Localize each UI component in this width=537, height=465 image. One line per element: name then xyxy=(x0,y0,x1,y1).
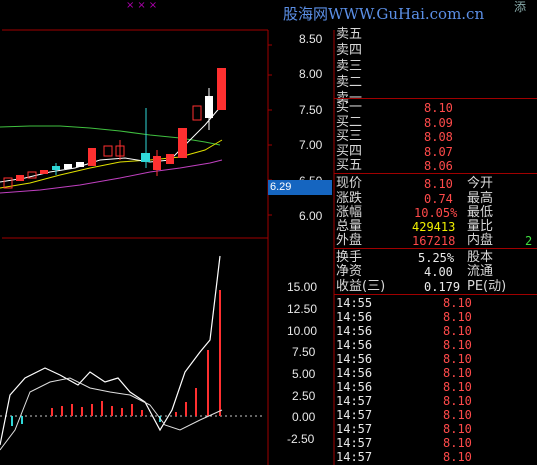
tick-price: 8.10 xyxy=(443,450,472,464)
candle xyxy=(166,154,174,164)
tick-price: 8.10 xyxy=(443,310,472,324)
indicator-tick: 2.50 xyxy=(292,389,316,403)
dif-line xyxy=(0,255,221,446)
price-tick: 7.00 xyxy=(299,138,323,152)
buy-1-label: 买一 xyxy=(336,100,363,115)
divider xyxy=(334,248,537,249)
tick-price: 8.10 xyxy=(443,380,472,394)
tick-time: 14:57 xyxy=(336,408,373,422)
candle xyxy=(88,148,96,166)
add-icon[interactable]: 添 xyxy=(514,0,526,15)
candle xyxy=(64,164,72,169)
quote-value-2: 2 xyxy=(525,234,533,248)
tick-price: 8.10 xyxy=(443,422,472,436)
indicator-tick: 10.00 xyxy=(287,324,318,338)
indicator-tick: 5.00 xyxy=(292,367,316,381)
ma-yellow-line xyxy=(0,139,223,189)
indicator-tick: 15.00 xyxy=(287,280,318,294)
stats-label: 净资 xyxy=(336,264,363,279)
divider xyxy=(334,173,537,174)
tick-time: 14:56 xyxy=(336,352,373,366)
tick-time: 14:56 xyxy=(336,380,373,394)
quote-value: 8.10 xyxy=(424,177,453,191)
buy-3-label: 买三 xyxy=(336,129,363,144)
indicator-tick: 7.50 xyxy=(292,345,316,359)
stats-label-2: 流通 xyxy=(467,264,494,279)
candle xyxy=(52,166,60,170)
candle xyxy=(192,105,202,121)
price-tick: 7.50 xyxy=(299,103,323,117)
stats-value: 4.00 xyxy=(424,265,453,279)
candle xyxy=(178,128,187,158)
quote-label-2: 今开 xyxy=(467,176,494,191)
candle xyxy=(217,68,226,110)
candle xyxy=(205,96,213,118)
ma-white-line xyxy=(0,104,223,183)
candle xyxy=(153,156,161,170)
quote-label: 现价 xyxy=(336,176,363,191)
stats-label: 收益(三) xyxy=(336,279,386,294)
tick-time: 14:56 xyxy=(336,366,373,380)
kline-chart[interactable] xyxy=(0,0,336,465)
buy-3-price: 8.08 xyxy=(424,130,453,144)
buy-5-label: 买五 xyxy=(336,158,363,173)
current-price-tag: 6.29 xyxy=(268,180,332,195)
tick-price: 8.10 xyxy=(443,296,472,310)
tick-price: 8.10 xyxy=(443,436,472,450)
candle xyxy=(16,175,24,181)
macd-bars xyxy=(51,290,221,416)
quote-label-2: 内盘 xyxy=(467,233,494,248)
candles xyxy=(3,68,226,189)
tick-time: 14:57 xyxy=(336,422,373,436)
quote-label: 外盘 xyxy=(336,233,363,248)
sell-2-label: 卖二 xyxy=(336,75,363,90)
tick-time: 14:57 xyxy=(336,436,373,450)
tick-time: 14:57 xyxy=(336,394,373,408)
tick-price: 8.10 xyxy=(443,338,472,352)
tick-price: 8.10 xyxy=(443,408,472,422)
tick-price: 8.10 xyxy=(443,352,472,366)
tick-price: 8.10 xyxy=(443,324,472,338)
price-tick: 6.00 xyxy=(299,209,323,223)
sell-4-label: 卖四 xyxy=(336,43,363,58)
candle xyxy=(103,145,113,157)
divider xyxy=(334,294,537,295)
tick-time: 14:56 xyxy=(336,338,373,352)
sell-3-label: 卖三 xyxy=(336,59,363,74)
stats-value: 0.179 xyxy=(424,280,461,294)
price-tick: 8.50 xyxy=(299,32,323,46)
indicator-tick: 0.00 xyxy=(292,410,316,424)
quote-value: 167218 xyxy=(412,234,456,248)
tick-time: 14:57 xyxy=(336,450,373,464)
tick-time: 14:56 xyxy=(336,310,373,324)
candle xyxy=(76,162,84,167)
indicator-tick: 12.50 xyxy=(287,302,318,316)
indicator-tick: -2.50 xyxy=(287,432,315,446)
tick-time: 14:56 xyxy=(336,324,373,338)
divider xyxy=(334,98,537,99)
buy-5-price: 8.06 xyxy=(424,159,453,173)
tick-price: 8.10 xyxy=(443,394,472,408)
price-tick: 8.00 xyxy=(299,67,323,81)
candle xyxy=(141,153,150,162)
stats-label-2: PE(动) xyxy=(467,279,507,294)
candle xyxy=(40,170,48,174)
tick-price: 8.10 xyxy=(443,366,472,380)
sell-5-label: 卖五 xyxy=(336,27,363,42)
buy-1-price: 8.10 xyxy=(424,101,453,115)
tick-time: 14:55 xyxy=(336,296,373,310)
